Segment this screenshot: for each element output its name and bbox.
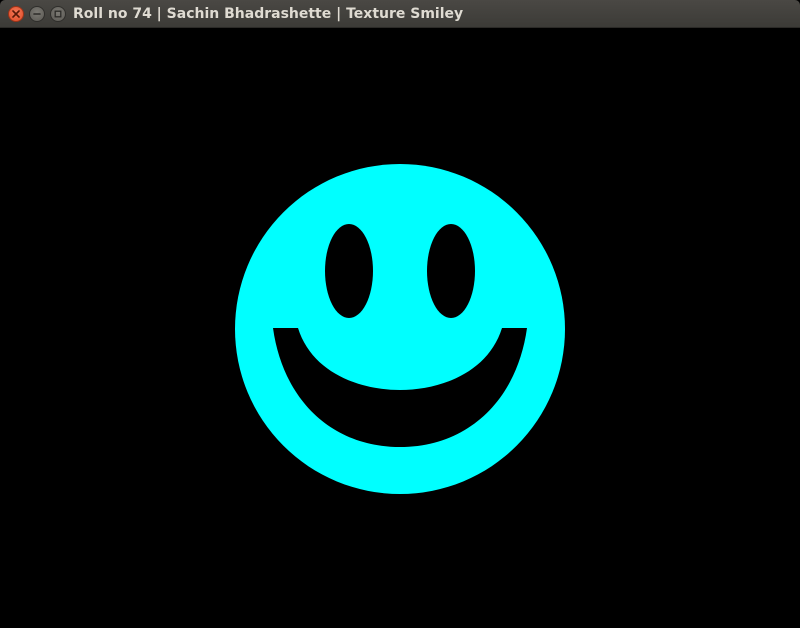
window-title: Roll no 74 | Sachin Bhadrashette | Textu… bbox=[73, 6, 464, 22]
minimize-icon bbox=[33, 13, 41, 15]
close-button[interactable] bbox=[8, 6, 24, 22]
smiley-face-icon bbox=[0, 28, 800, 628]
title-bar[interactable]: Roll no 74 | Sachin Bhadrashette | Textu… bbox=[0, 0, 800, 28]
left-eye bbox=[325, 224, 373, 318]
window-controls bbox=[8, 6, 66, 22]
minimize-button[interactable] bbox=[29, 6, 45, 22]
right-eye bbox=[427, 224, 475, 318]
maximize-icon bbox=[54, 10, 62, 18]
render-canvas bbox=[0, 28, 800, 628]
close-icon bbox=[12, 10, 20, 18]
application-window: Roll no 74 | Sachin Bhadrashette | Textu… bbox=[0, 0, 800, 628]
maximize-button[interactable] bbox=[50, 6, 66, 22]
